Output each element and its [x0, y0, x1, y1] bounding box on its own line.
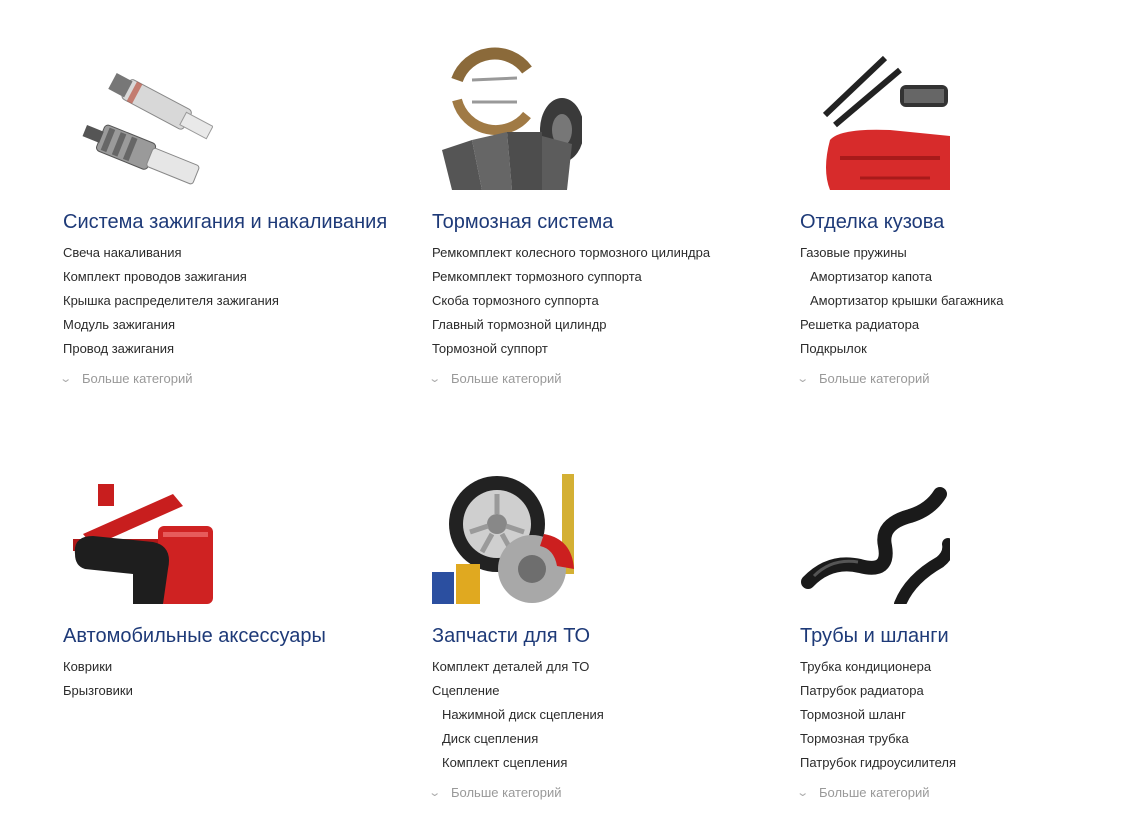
category-card-brakes: Тормозная система Ремкомплект колесного …	[428, 40, 762, 388]
category-links: Ремкомплект колесного тормозного цилиндр…	[432, 241, 762, 361]
category-sublink[interactable]: Комплект сцепления	[432, 751, 762, 775]
category-sublink[interactable]: Диск сцепления	[432, 727, 762, 751]
category-links: Трубка кондиционера Патрубок радиатора Т…	[800, 655, 1128, 775]
category-links: Коврики Брызговики	[63, 655, 393, 703]
category-link[interactable]: Подкрылок	[800, 337, 1128, 361]
category-card-maintenance: Запчасти для ТО Комплект деталей для ТО …	[428, 454, 762, 802]
category-link[interactable]: Патрубок радиатора	[800, 679, 1128, 703]
hose-icon[interactable]	[800, 454, 950, 604]
category-sublink[interactable]: Нажимной диск сцепления	[432, 703, 762, 727]
category-card-ignition: Система зажигания и накаливания Свеча на…	[59, 40, 393, 388]
more-categories-button[interactable]: ⌄ Больше категорий	[428, 370, 762, 388]
category-card-hoses: Трубы и шланги Трубка кондиционера Патру…	[796, 454, 1128, 802]
category-title[interactable]: Запчасти для ТО	[432, 624, 762, 649]
category-card-body: Отделка кузова Газовые пружины Амортизат…	[796, 40, 1128, 388]
category-link[interactable]: Скоба тормозного суппорта	[432, 289, 762, 313]
chevron-down-icon: ⌄	[59, 373, 73, 385]
more-categories-label: Больше категорий	[451, 785, 562, 800]
category-link[interactable]: Свеча накаливания	[63, 241, 393, 265]
more-categories-button[interactable]: ⌄ Больше категорий	[428, 784, 762, 802]
category-title[interactable]: Отделка кузова	[800, 210, 1128, 235]
category-links: Газовые пружины Амортизатор капота Аморт…	[800, 241, 1128, 361]
brake-parts-icon[interactable]	[432, 40, 582, 190]
category-links: Комплект деталей для ТО Сцепление Нажимн…	[432, 655, 762, 775]
car-jack-icon[interactable]	[63, 454, 213, 604]
more-categories-label: Больше категорий	[819, 785, 930, 800]
body-parts-icon[interactable]	[800, 40, 950, 190]
category-title[interactable]: Тормозная система	[432, 210, 762, 235]
more-categories-button[interactable]: ⌄ Больше категорий	[796, 370, 1128, 388]
category-link[interactable]: Тормозная трубка	[800, 727, 1128, 751]
category-sublink[interactable]: Амортизатор крышки багажника	[800, 289, 1128, 313]
service-parts-icon[interactable]	[432, 454, 582, 604]
category-link[interactable]: Тормозной шланг	[800, 703, 1128, 727]
category-sublink[interactable]: Амортизатор капота	[800, 265, 1128, 289]
category-link[interactable]: Трубка кондиционера	[800, 655, 1128, 679]
category-title[interactable]: Трубы и шланги	[800, 624, 1128, 649]
chevron-down-icon: ⌄	[796, 373, 810, 385]
category-link[interactable]: Брызговики	[63, 679, 393, 703]
spark-plug-icon[interactable]	[63, 40, 213, 190]
category-link[interactable]: Крышка распределителя зажигания	[63, 289, 393, 313]
category-link[interactable]: Коврики	[63, 655, 393, 679]
more-categories-label: Больше категорий	[819, 371, 930, 386]
category-link[interactable]: Модуль зажигания	[63, 313, 393, 337]
more-categories-label: Больше категорий	[82, 371, 193, 386]
category-title[interactable]: Автомобильные аксессуары	[63, 624, 393, 649]
category-link[interactable]: Ремкомплект тормозного суппорта	[432, 265, 762, 289]
category-link[interactable]: Газовые пружины	[800, 241, 1128, 265]
category-links: Свеча накаливания Комплект проводов зажи…	[63, 241, 393, 361]
more-categories-button[interactable]: ⌄ Больше категорий	[59, 370, 393, 388]
chevron-down-icon: ⌄	[428, 373, 442, 385]
category-link[interactable]: Тормозной суппорт	[432, 337, 762, 361]
chevron-down-icon: ⌄	[796, 787, 810, 799]
category-link[interactable]: Сцепление	[432, 679, 762, 703]
chevron-down-icon: ⌄	[428, 787, 442, 799]
category-card-accessories: Автомобильные аксессуары Коврики Брызгов…	[63, 454, 393, 703]
category-link[interactable]: Решетка радиатора	[800, 313, 1128, 337]
category-link[interactable]: Комплект деталей для ТО	[432, 655, 762, 679]
category-title[interactable]: Система зажигания и накаливания	[63, 210, 393, 235]
more-categories-button[interactable]: ⌄ Больше категорий	[796, 784, 1128, 802]
category-link[interactable]: Комплект проводов зажигания	[63, 265, 393, 289]
category-link[interactable]: Провод зажигания	[63, 337, 393, 361]
category-link[interactable]: Патрубок гидроусилителя	[800, 751, 1128, 775]
more-categories-label: Больше категорий	[451, 371, 562, 386]
category-link[interactable]: Главный тормозной цилиндр	[432, 313, 762, 337]
category-link[interactable]: Ремкомплект колесного тормозного цилиндр…	[432, 241, 762, 265]
